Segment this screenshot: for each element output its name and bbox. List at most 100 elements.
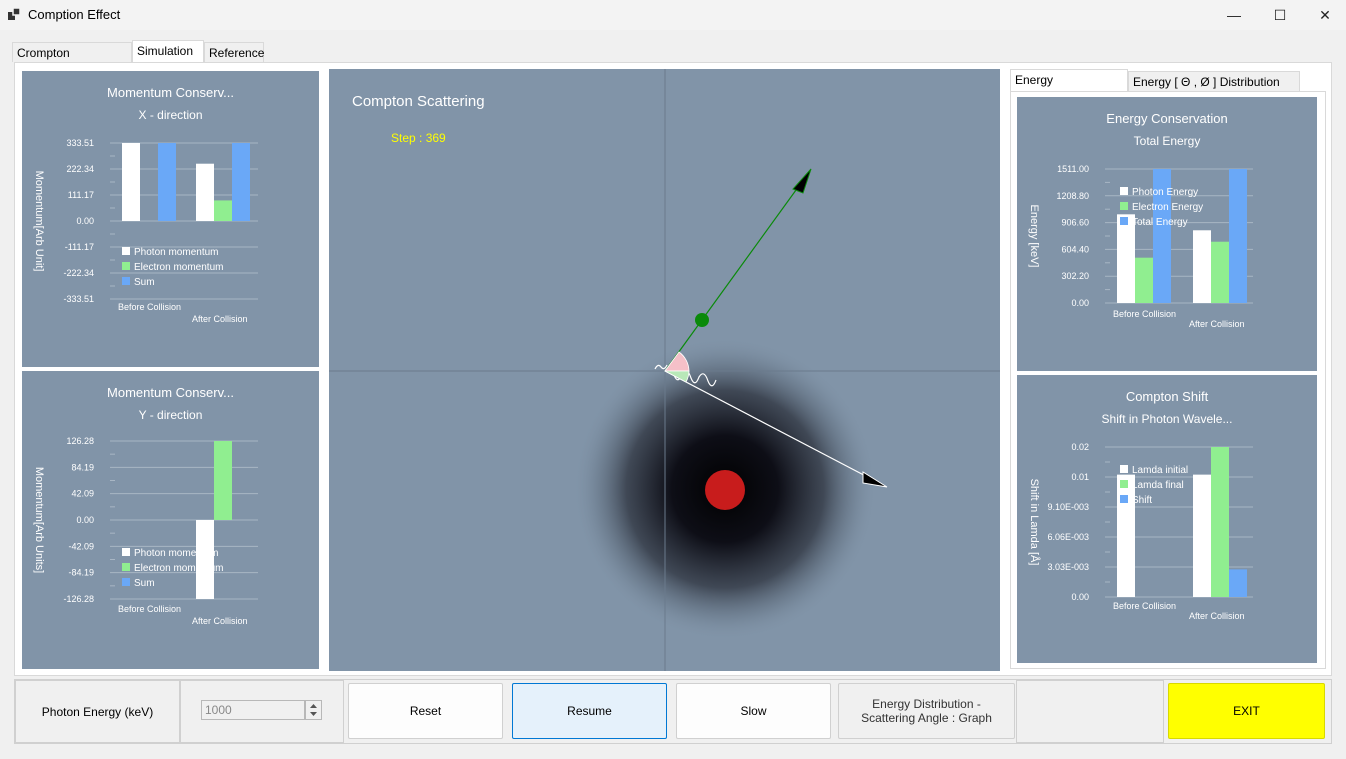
y-axis-label: Momentum[Arb Units] xyxy=(33,467,45,573)
exit-button[interactable]: EXIT xyxy=(1168,683,1325,739)
legend-label: Electron momentum xyxy=(134,563,223,574)
tick-label: -42.09 xyxy=(68,541,94,551)
energy-conservation-chart: Energy Conservation Total Energy 1511.00… xyxy=(1015,95,1319,373)
tick-label: -111.17 xyxy=(65,242,94,252)
bar-total-energy xyxy=(1229,169,1247,303)
bar-lamda-initial xyxy=(1193,474,1211,597)
minimize-button[interactable]: — xyxy=(1211,0,1257,30)
controls-spacer xyxy=(1016,680,1164,743)
legend-swatch xyxy=(122,548,130,556)
category-label: After Collision xyxy=(1189,611,1245,621)
category-label: After Collision xyxy=(1189,319,1245,329)
legend-label: Sum xyxy=(134,277,155,288)
energy-distribution-line1: Energy Distribution - xyxy=(872,697,981,711)
photon-energy-cell xyxy=(180,680,344,743)
bar-sum xyxy=(158,143,176,221)
bar-electron-momentum xyxy=(214,441,232,520)
tick-label: 84.19 xyxy=(71,462,94,472)
app-icon xyxy=(8,8,20,20)
slow-button[interactable]: Slow xyxy=(676,683,831,739)
tick-label: 111.17 xyxy=(68,190,94,200)
tick-label: -222.34 xyxy=(63,268,94,278)
electron-particle xyxy=(695,313,709,327)
tick-label: 1208.80 xyxy=(1056,191,1089,201)
tick-label: 333.51 xyxy=(66,138,94,148)
simulation-canvas[interactable]: Compton Scattering Step : 369 xyxy=(327,67,1002,673)
electron-arrow-head xyxy=(792,168,812,194)
window-title: Comption Effect xyxy=(28,7,121,22)
y-axis-label: Energy [keV] xyxy=(1028,205,1040,268)
legend-label: Electron Energy xyxy=(1132,202,1203,213)
bar-electron-energy xyxy=(1135,257,1153,303)
category-label: Before Collision xyxy=(118,302,181,312)
tick-label: 1511.00 xyxy=(1057,164,1089,174)
close-button[interactable]: ✕ xyxy=(1302,0,1346,30)
close-icon: ✕ xyxy=(1319,6,1331,23)
legend-label: Lamda final xyxy=(1132,480,1184,491)
tick-label: 302.20 xyxy=(1061,271,1089,281)
legend-swatch xyxy=(1120,465,1128,473)
category-label: Before Collision xyxy=(118,604,181,614)
legend-swatch xyxy=(122,563,130,571)
tick-label: 906.60 xyxy=(1061,218,1089,228)
bar-electron-energy xyxy=(1211,241,1229,303)
stepper-arrows-icon xyxy=(310,704,317,716)
tick-label: 9.10E-003 xyxy=(1047,502,1089,512)
energy-conservation-plot: 1511.00 1208.80 906.60 604.40 302.20 0.00 Ener… xyxy=(1028,164,1253,329)
tick-label: 6.06E-003 xyxy=(1047,532,1089,542)
tick-label: 0.01 xyxy=(1071,472,1089,482)
legend-label: Lamda initial xyxy=(1132,465,1188,476)
legend-label: Electron momentum xyxy=(134,262,223,273)
legend-swatch xyxy=(122,277,130,285)
nucleus xyxy=(705,470,745,510)
momentum-y-plot: 126.28 84.19 42.09 0.00 -42.09 -84.19 -126.28 M… xyxy=(33,436,258,626)
legend-swatch xyxy=(122,578,130,586)
photon-energy-stepper[interactable] xyxy=(305,700,322,720)
bar-shift xyxy=(1229,569,1247,597)
title-bar: Comption Effect — ☐ ✕ xyxy=(0,0,1346,30)
photon-energy-label: Photon Energy (keV) xyxy=(15,680,180,743)
legend-swatch xyxy=(1120,495,1128,503)
tick-label: 3.03E-003 xyxy=(1047,562,1089,572)
y-axis-label: Momentum[Arb Unit] xyxy=(33,171,45,272)
y-axis-label: Shift in Lamda [Å] xyxy=(1028,479,1041,566)
tab-energy-distribution[interactable]: Energy [ Θ , Ø ] Distribution xyxy=(1128,71,1300,91)
tick-label: -333.51 xyxy=(63,294,94,304)
legend-swatch xyxy=(1120,217,1128,225)
tick-label: -84.19 xyxy=(68,568,94,578)
photon-energy-input[interactable] xyxy=(201,700,305,720)
tab-reference[interactable]: Reference xyxy=(204,42,264,62)
maximize-button[interactable]: ☐ xyxy=(1257,0,1303,30)
resume-button[interactable]: Resume xyxy=(512,683,667,739)
energy-distribution-line2: Scattering Angle : Graph xyxy=(861,711,992,725)
bar-lamda-final xyxy=(1211,447,1229,597)
legend-label: Sum xyxy=(134,578,155,589)
tick-label: 126.28 xyxy=(66,436,94,446)
energy-distribution-button[interactable]: Energy Distribution - Scattering Angle :… xyxy=(838,683,1015,739)
tick-label: 0.00 xyxy=(1071,298,1089,308)
tab-energy-conservation[interactable]: Energy Conservation xyxy=(1010,69,1128,107)
category-label: After Collision xyxy=(192,314,248,324)
legend-label: Photon momentum xyxy=(134,247,219,258)
momentum-x-plot: 333.51 222.34 111.17 0.00 -111.17 -222.34 -333… xyxy=(33,138,258,324)
tab-crompton-scattering[interactable]: Crompton Scattering xyxy=(12,42,132,80)
bar-lamda-initial xyxy=(1117,474,1135,597)
tick-label: -126.28 xyxy=(63,594,94,604)
compton-shift-plot: 0.02 0.01 9.10E-003 6.06E-003 3.03E-003 0.00 S… xyxy=(1028,442,1253,621)
bar-photon-momentum xyxy=(196,163,214,221)
momentum-x-chart: Momentum Conserv... X - direction 333.51… xyxy=(20,69,321,369)
tick-label: 0.00 xyxy=(76,515,94,525)
legend-label: Photon Energy xyxy=(1132,187,1198,198)
compton-shift-chart: Compton Shift Shift in Photon Wavele... … xyxy=(1015,373,1319,665)
tick-label: 42.09 xyxy=(71,489,94,499)
tick-label: 604.40 xyxy=(1061,244,1089,254)
bar-photon-momentum xyxy=(196,520,214,599)
legend-swatch xyxy=(1120,202,1128,210)
legend-swatch xyxy=(1120,187,1128,195)
tab-simulation[interactable]: Simulation xyxy=(132,40,204,62)
tick-label: 0.00 xyxy=(1071,592,1089,602)
minimize-icon: — xyxy=(1227,7,1241,23)
legend-label: Photon momentum xyxy=(134,548,219,559)
reset-button[interactable]: Reset xyxy=(348,683,503,739)
tick-label: 0.00 xyxy=(76,216,94,226)
